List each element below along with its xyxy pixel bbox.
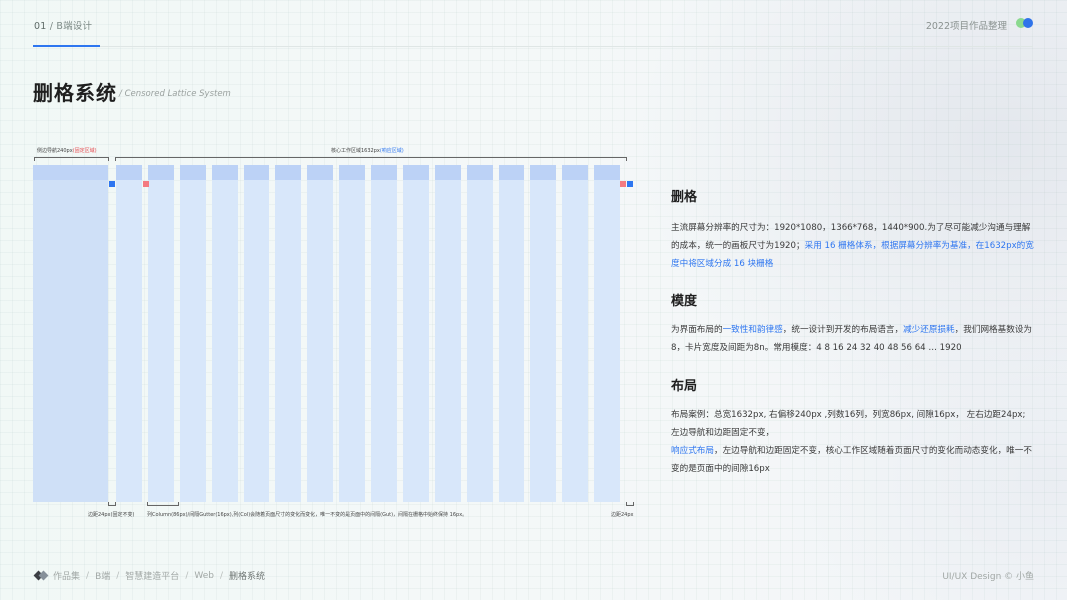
module-text-1: 为界面布局的 [671, 325, 723, 335]
crumb-web[interactable]: Web [194, 571, 214, 581]
grid-column-header [275, 165, 302, 180]
crumb-b-end[interactable]: B端 [95, 569, 110, 582]
core-width-text: 核心工作区域1632px [331, 148, 380, 154]
grid-column-header [147, 165, 174, 180]
left-margin-marker [109, 181, 115, 187]
layout-text-2: ，左边导航和边距固定不变，核心工作区域随着页面尺寸的变化而动态变化，唯一不变的是… [671, 446, 1032, 474]
diagram-sidebar-header [33, 165, 108, 180]
grid-column [530, 165, 557, 502]
section-body-module: 为界面布局的一致性和韵律感，统一设计到开发的布局语言，减少还原损耗，我们网格基数… [671, 321, 1035, 357]
grid-column [371, 165, 397, 502]
section-title-grid: 删格 [671, 190, 698, 205]
section-name: B端设计 [56, 21, 93, 32]
left-margin-bracket [108, 502, 116, 506]
section-number: 01 [34, 21, 47, 32]
grid-column-header [371, 165, 397, 180]
module-highlight-2: 减少还原损耗 [903, 325, 955, 335]
crumb-portfolio[interactable]: 作品集 [53, 569, 80, 582]
column-note: 列Column(86px)/间隔Gutter(16px),列(Col)会随着页面… [147, 512, 468, 518]
grid-column [147, 165, 174, 502]
layout-highlight: 响应式布局 [671, 446, 714, 456]
page-subtitle: / Censored Lattice System [119, 89, 231, 99]
right-margin-label: 边距24px [611, 512, 634, 518]
logo-icon [33, 570, 49, 580]
right-gutter-marker [620, 181, 626, 187]
section-separator: / [49, 21, 54, 32]
sidebar-dimension-bracket [34, 157, 109, 161]
sidebar-width-text: 侧边导航240px [37, 148, 73, 154]
core-width-label: 核心工作区域1632px(响应区域) [331, 147, 404, 154]
grid-column [307, 165, 334, 502]
right-margin-bracket [626, 502, 634, 506]
grid-column-header [116, 165, 142, 180]
grid-column [243, 165, 270, 502]
section-title-module: 模度 [671, 294, 698, 309]
grid-column [402, 165, 429, 502]
grid-column [211, 165, 238, 502]
sidebar-width-tag: (固定区域) [72, 148, 97, 154]
crumb-separator: / [219, 570, 224, 581]
grid-column-header [498, 165, 525, 180]
section-body-grid: 主流屏幕分辨率的尺寸为：1920*1080，1366*768，1440*900.… [671, 219, 1035, 273]
layout-text-1: 布局案例：总宽1632px, 右偏移240px ,列数16列，列宽86px, 间… [671, 410, 1026, 438]
grid-column [116, 165, 142, 502]
right-margin-marker [627, 181, 633, 187]
grid-column-header [530, 165, 557, 180]
header-divider [33, 46, 1033, 47]
diagram-sidebar [33, 165, 108, 502]
footer-credit: UI/UX Design © 小鱼 [942, 572, 1034, 582]
grid-column-header [339, 165, 365, 180]
grid-column-header [243, 165, 270, 180]
grid-column [275, 165, 302, 502]
grid-column-header [562, 165, 589, 180]
section-title-layout: 布局 [671, 379, 698, 394]
page-title: 删格系统 [33, 81, 117, 105]
section-body-layout: 布局案例：总宽1632px, 右偏移240px ,列数16列，列宽86px, 间… [671, 406, 1035, 478]
grid-column-header [402, 165, 429, 180]
grid-column [562, 165, 589, 502]
crumb-separator: / [86, 570, 90, 581]
grid-column-header [594, 165, 620, 180]
crumb-platform[interactable]: 智慧建造平台 [125, 569, 179, 582]
grid-column-header [211, 165, 238, 180]
grid-column [179, 165, 206, 502]
crumb-current: 删格系统 [229, 572, 266, 582]
grid-diagram [33, 165, 634, 502]
crumb-separator: / [185, 570, 189, 581]
grid-column [466, 165, 493, 502]
gutter-marker [143, 181, 149, 187]
footer-breadcrumb: 作品集 / B端 / 智慧建造平台 / Web / 删格系统 [33, 569, 266, 582]
section-breadcrumb: 01 / B端设计 [34, 18, 92, 32]
grid-column-header [179, 165, 206, 180]
grid-column [498, 165, 525, 502]
module-text-2: ，统一设计到开发的布局语言， [782, 325, 904, 335]
core-width-tag: (响应区域) [379, 148, 404, 154]
grid-column [594, 165, 620, 502]
grid-column [339, 165, 365, 502]
grid-column [434, 165, 461, 502]
header-accent-bar [33, 45, 100, 47]
grid-column-header [434, 165, 461, 180]
module-highlight-1: 一致性和韵律感 [722, 325, 783, 335]
brand-dots-icon [1016, 18, 1034, 28]
grid-column-header [307, 165, 334, 180]
crumb-separator: / [116, 570, 120, 581]
project-title: 2022项目作品整理 [925, 21, 1007, 32]
core-dimension-bracket [115, 157, 627, 161]
sidebar-width-label: 侧边导航240px(固定区域) [37, 147, 97, 154]
column-bracket [147, 502, 179, 506]
grid-column-header [466, 165, 493, 180]
left-margin-label: 边距24px(固定不变) [88, 512, 135, 518]
